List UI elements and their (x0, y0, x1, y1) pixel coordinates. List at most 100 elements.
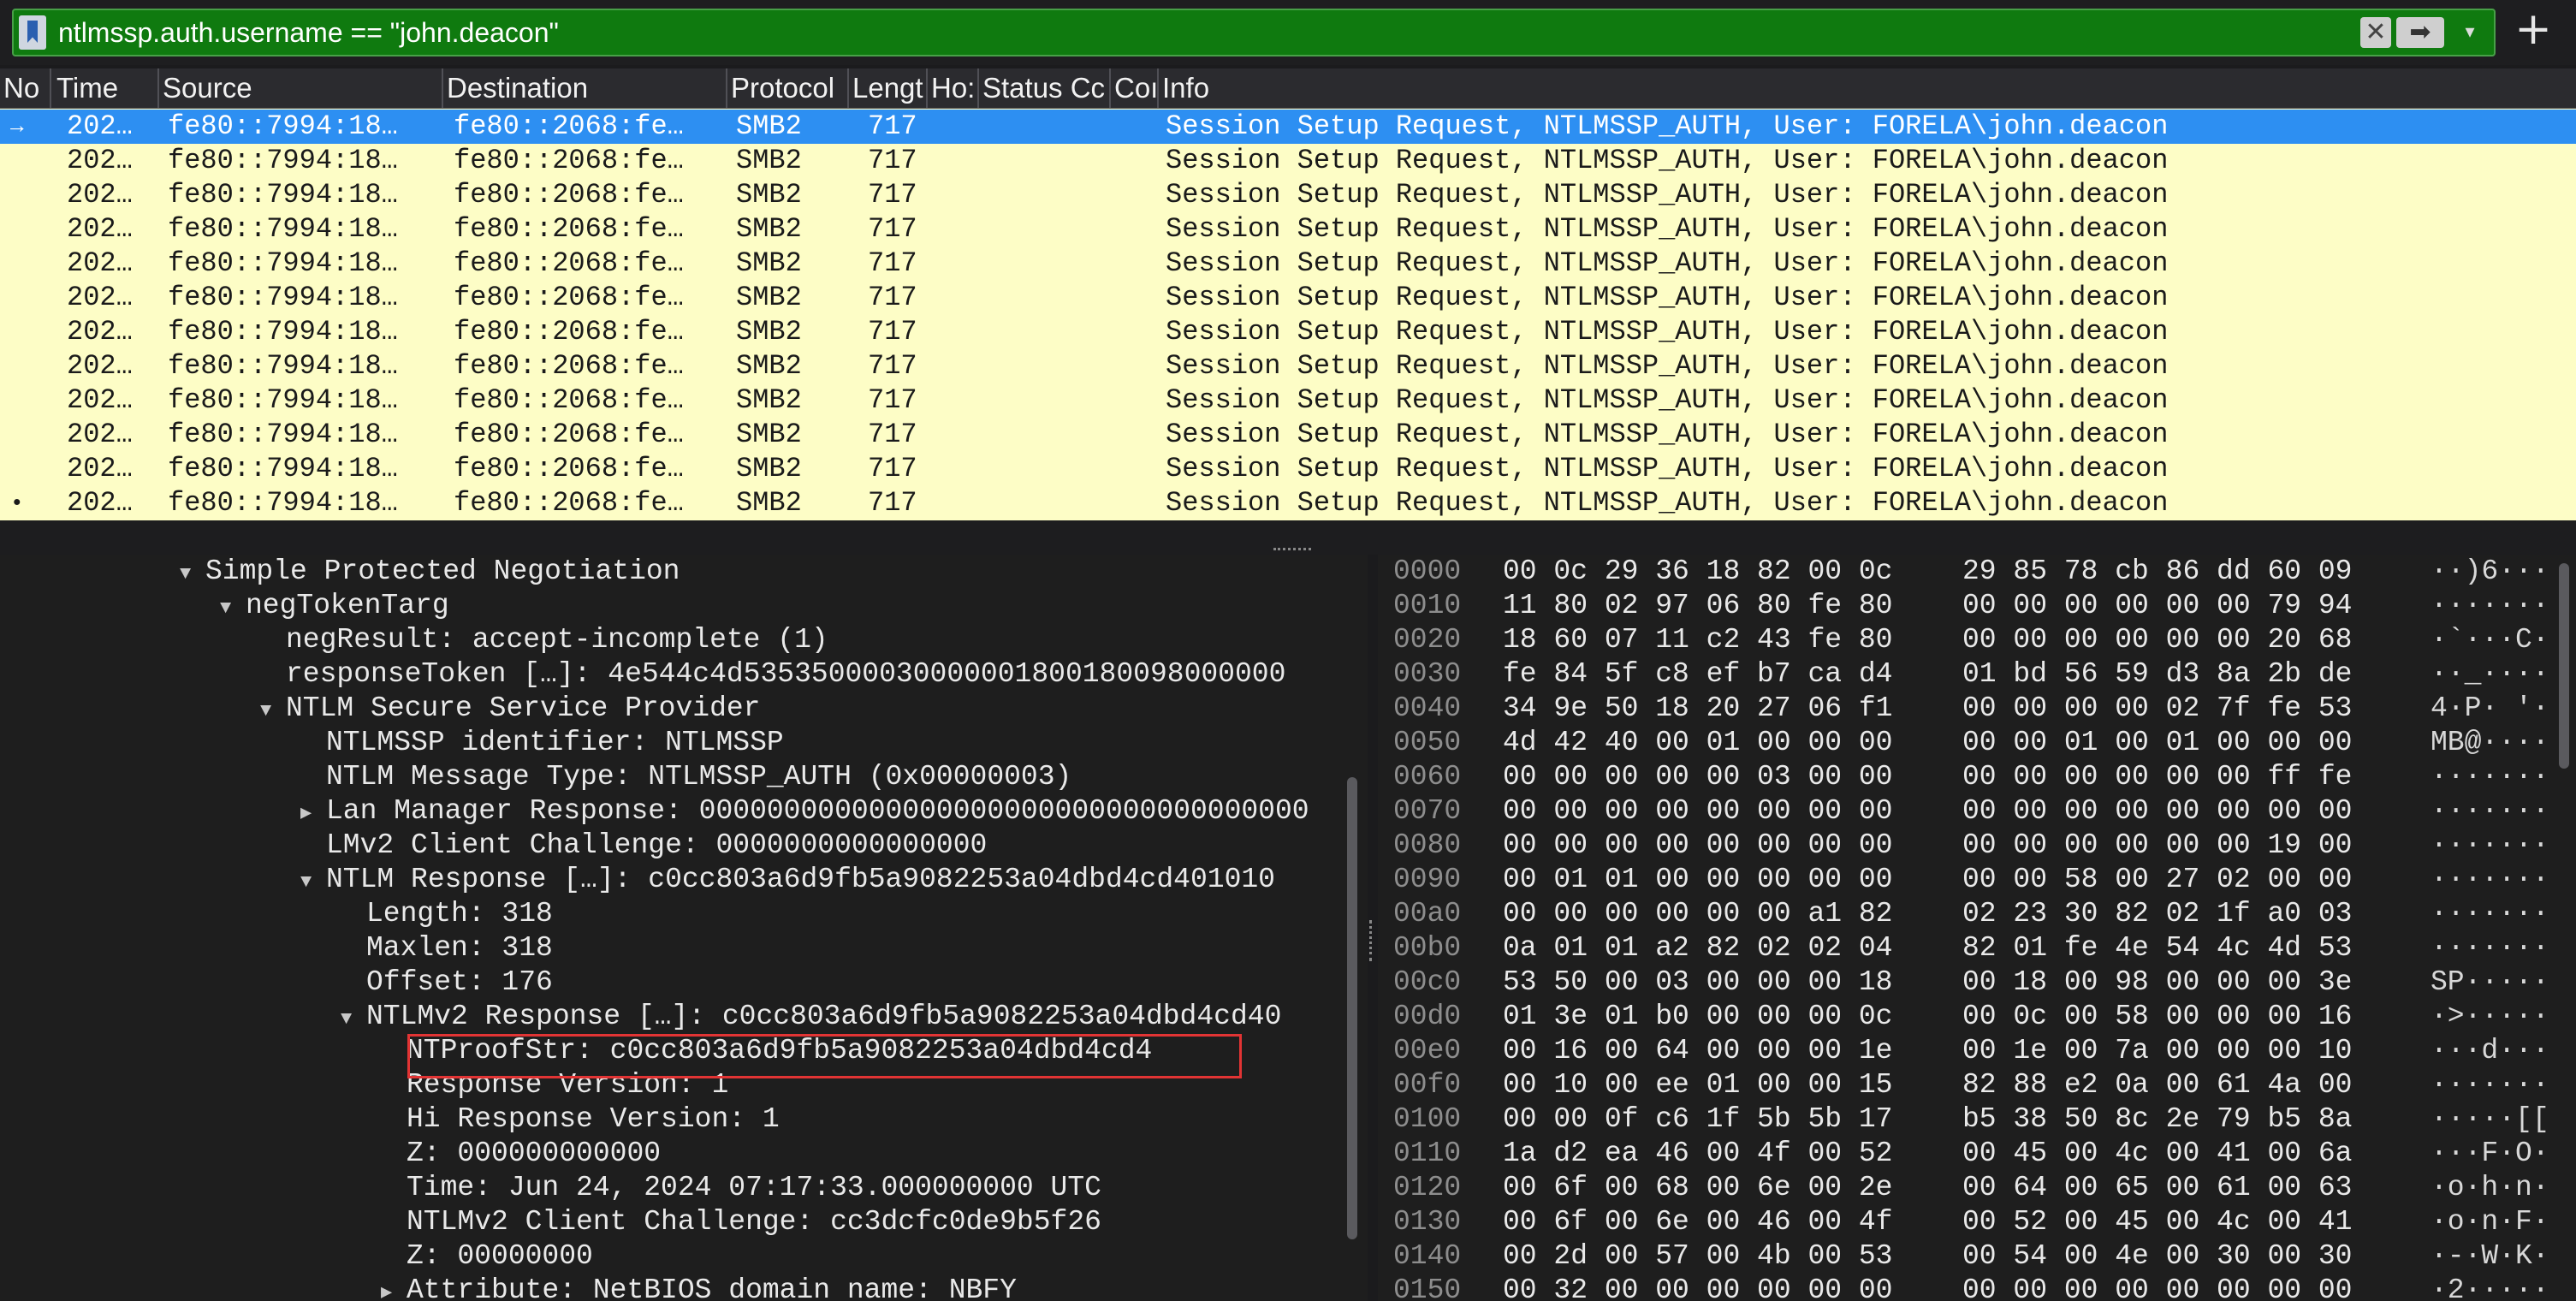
detail-tree-item[interactable]: ▼ NTLM Response […]: c0cc803a6d9fb5a90822… (300, 863, 1275, 897)
packet-length-cell: 717 (868, 384, 917, 416)
hex-dump-line[interactable]: 0090 00 01 01 00 00 00 00 00 00 00 58 00 2… (1378, 863, 2576, 897)
hex-dump-line[interactable]: 0030 fe 84 5f c8 ef b7 ca d4 01 bd 56 59 d… (1378, 657, 2576, 692)
expand-closed-icon[interactable]: ▶ (381, 1276, 407, 1301)
column-header-no[interactable]: No (0, 68, 51, 108)
packet-row[interactable]: 202… fe80::7994:18… fe80::2068:fe… SMB2 717 S… (0, 212, 2576, 247)
hex-bytes-group-1: 00 6f 00 6e 00 46 00 4f (1503, 1206, 1893, 1238)
hex-bytes-group-2: 82 01 fe 4e 54 4c 4d 53 (1962, 932, 2353, 964)
detail-tree-item[interactable]: Offset: 176 (341, 965, 553, 1000)
bookmark-icon[interactable] (19, 15, 46, 50)
hex-dump-line[interactable]: 00a0 00 00 00 00 00 00 a1 82 02 23 30 82 0… (1378, 897, 2576, 931)
detail-tree-item[interactable]: NTLMSSP identifier: NTLMSSP (300, 726, 784, 760)
detail-field-text: Z: 000000000000 (407, 1138, 662, 1169)
detail-tree-item[interactable]: Z: 00000000 (381, 1239, 593, 1274)
packet-row[interactable]: 202… fe80::7994:18… fe80::2068:fe… SMB2 717 S… (0, 452, 2576, 486)
ascii-column: SP····· (2431, 966, 2549, 998)
detail-tree-item[interactable]: ▼ negTokenTarg (220, 589, 449, 623)
packet-row[interactable]: 202… fe80::7994:18… fe80::2068:fe… SMB2 717 S… (0, 281, 2576, 315)
expand-closed-icon[interactable]: ▶ (300, 797, 326, 831)
hex-dump-line[interactable]: 0020 18 60 07 11 c2 43 fe 80 00 00 00 00 0… (1378, 623, 2576, 657)
hex-dump-line[interactable]: 0010 11 80 02 97 06 80 fe 80 00 00 00 00 0… (1378, 589, 2576, 623)
hex-dump-line[interactable]: 0140 00 2d 00 57 00 4b 00 53 00 54 00 4e 0… (1378, 1239, 2576, 1274)
packet-row[interactable]: 202… fe80::7994:18… fe80::2068:fe… SMB2 717 S… (0, 178, 2576, 212)
packet-time-cell: 202… (67, 179, 133, 211)
hex-dump-line[interactable]: 0000 00 0c 29 36 18 82 00 0c 29 85 78 cb 8… (1378, 555, 2576, 589)
details-scrollbar[interactable] (1347, 777, 1357, 1239)
expand-open-icon[interactable]: ▼ (220, 591, 246, 626)
expand-open-icon[interactable]: ▼ (300, 865, 326, 900)
detail-tree-item[interactable]: Length: 318 (341, 897, 553, 931)
hex-dump-line[interactable]: 0120 00 6f 00 68 00 6e 00 2e 00 64 00 65 0… (1378, 1171, 2576, 1205)
apply-arrow-icon[interactable]: ➡ (2396, 17, 2444, 48)
detail-field-text: NTLMv2 Client Challenge: cc3dcfc0de9b5f2… (407, 1206, 1101, 1238)
display-filter-input[interactable]: ntlmssp.auth.username == "john.deacon" ✕… (12, 9, 2496, 56)
detail-tree-item[interactable]: negResult: accept-incomplete (1) (260, 623, 828, 657)
packet-bytes-pane[interactable]: 0000 00 0c 29 36 18 82 00 0c 29 85 78 cb 8… (1378, 555, 2576, 1301)
ascii-column: ······· (2431, 1069, 2549, 1101)
detail-tree-item[interactable]: ▶ Lan Manager Response: 00000000000000000… (300, 794, 1309, 829)
dropdown-icon[interactable]: ▾ (2454, 17, 2485, 48)
packet-list[interactable]: No Time Source Destination Protocol Leng… (0, 68, 2576, 522)
hex-offset: 0050 (1393, 727, 1462, 758)
expand-open-icon[interactable]: ▼ (260, 694, 286, 728)
detail-tree-item[interactable]: ▶ Attribute: NetBIOS domain name: NBFY (381, 1274, 1017, 1301)
detail-tree-item[interactable]: responseToken […]: 4e544c4d5353500003000… (260, 657, 1285, 692)
hex-dump-line[interactable]: 0150 00 32 00 00 00 00 00 00 00 00 00 00 0… (1378, 1274, 2576, 1301)
column-header-protocol[interactable]: Protocol (727, 68, 849, 108)
detail-tree-item[interactable]: Time: Jun 24, 2024 07:17:33.000000000 UT… (381, 1171, 1101, 1205)
packet-info-cell: Session Setup Request, NTLMSSP_AUTH, Use… (1166, 145, 2169, 176)
hex-dump-line[interactable]: 00c0 53 50 00 03 00 00 00 18 00 18 00 98 0… (1378, 965, 2576, 1000)
packet-row[interactable]: • 202… fe80::7994:18… fe80::2068:fe… SMB2 717… (0, 486, 2576, 520)
add-icon[interactable]: + (2508, 3, 2559, 55)
packet-row[interactable]: 202… fe80::7994:18… fe80::2068:fe… SMB2 717 S… (0, 247, 2576, 281)
hex-dump-line[interactable]: 00f0 00 10 00 ee 01 00 00 15 82 88 e2 0a 0… (1378, 1068, 2576, 1102)
hex-dump-line[interactable]: 0100 00 00 0f c6 1f 5b 5b 17 b5 38 50 8c 2… (1378, 1102, 2576, 1137)
expand-open-icon[interactable]: ▼ (341, 1002, 366, 1037)
hex-dump-line[interactable]: 00b0 0a 01 01 a2 82 02 02 04 82 01 fe 4e 5… (1378, 931, 2576, 965)
packet-row[interactable]: 202… fe80::7994:18… fe80::2068:fe… SMB2 717 S… (0, 349, 2576, 383)
detail-tree-item[interactable]: Z: 000000000000 (381, 1137, 661, 1171)
detail-tree-item[interactable]: ▼ NTLM Secure Service Provider (260, 692, 761, 726)
column-header-destination[interactable]: Destination (443, 68, 727, 108)
packet-time-cell: 202… (67, 110, 133, 142)
hex-dump-line[interactable]: 0110 1a d2 ea 46 00 4f 00 52 00 45 00 4c 0… (1378, 1137, 2576, 1171)
packet-row[interactable]: 202… fe80::7994:18… fe80::2068:fe… SMB2 717 S… (0, 315, 2576, 349)
hex-dump-line[interactable]: 0050 4d 42 40 00 01 00 00 00 00 00 01 00 0… (1378, 726, 2576, 760)
clear-icon[interactable]: ✕ (2360, 17, 2391, 48)
expand-open-icon[interactable]: ▼ (180, 557, 205, 591)
hex-dump-line[interactable]: 00d0 01 3e 01 b0 00 00 00 0c 00 0c 00 58 0… (1378, 1000, 2576, 1034)
detail-tree-item[interactable]: ▼ Simple Protected Negotiation (180, 555, 680, 589)
column-header-info[interactable]: Info (1159, 68, 2576, 108)
column-header-content[interactable]: Coı (1111, 68, 1159, 108)
detail-tree-item[interactable]: Maxlen: 318 (341, 931, 553, 965)
hex-dump-line[interactable]: 0070 00 00 00 00 00 00 00 00 00 00 00 00 0… (1378, 794, 2576, 829)
hex-dump-line[interactable]: 0130 00 6f 00 6e 00 46 00 4f 00 52 00 45 0… (1378, 1205, 2576, 1239)
bytes-scrollbar[interactable] (2559, 563, 2569, 769)
packet-row[interactable]: 202… fe80::7994:18… fe80::2068:fe… SMB2 717 S… (0, 383, 2576, 418)
packet-row[interactable]: 202… fe80::7994:18… fe80::2068:fe… SMB2 717 S… (0, 144, 2576, 178)
detail-tree-item[interactable]: LMv2 Client Challenge: 0000000000000000 (300, 829, 987, 863)
hex-dump-line[interactable]: 0060 00 00 00 00 00 03 00 00 00 00 00 00 0… (1378, 760, 2576, 794)
vertical-splitter-handle[interactable] (1369, 920, 1377, 961)
hex-dump-line[interactable]: 0080 00 00 00 00 00 00 00 00 00 00 00 00 0… (1378, 829, 2576, 863)
detail-tree-item[interactable]: ▼ NTLMv2 Response […]: c0cc803a6d9fb5a908… (341, 1000, 1281, 1034)
column-header-length[interactable]: Lengt (849, 68, 928, 108)
hex-offset: 0070 (1393, 795, 1462, 827)
detail-tree-item[interactable]: NTLMv2 Client Challenge: cc3dcfc0de9b5f2… (381, 1205, 1101, 1239)
hex-bytes-group-1: 00 00 0f c6 1f 5b 5b 17 (1503, 1103, 1893, 1135)
packet-details-pane[interactable]: ▼ Simple Protected Negotiation ▼ negTokenTa… (0, 555, 1368, 1301)
detail-tree-item[interactable]: NTLM Message Type: NTLMSSP_AUTH (0x00000… (300, 760, 1071, 794)
hex-dump-line[interactable]: 00e0 00 16 00 64 00 00 00 1e 00 1e 00 7a 0… (1378, 1034, 2576, 1068)
packet-time-cell: 202… (67, 213, 133, 245)
packet-row[interactable]: → 202… fe80::7994:18… fe80::2068:fe… SMB2 717… (0, 110, 2576, 144)
column-header-host[interactable]: Ho: (928, 68, 979, 108)
column-header-status-code[interactable]: Status Cc (979, 68, 1111, 108)
display-filter-text[interactable]: ntlmssp.auth.username == "john.deacon" (58, 15, 559, 50)
packet-row[interactable]: 202… fe80::7994:18… fe80::2068:fe… SMB2 717 S… (0, 418, 2576, 452)
column-header-time[interactable]: Time (53, 68, 159, 108)
hex-dump-line[interactable]: 0040 34 9e 50 18 20 27 06 f1 00 00 00 00 0… (1378, 692, 2576, 726)
detail-tree-item[interactable]: Hi Response Version: 1 (381, 1102, 780, 1137)
column-header-source[interactable]: Source (159, 68, 443, 108)
packet-length-cell: 717 (868, 110, 917, 142)
packet-protocol-cell: SMB2 (736, 453, 802, 484)
